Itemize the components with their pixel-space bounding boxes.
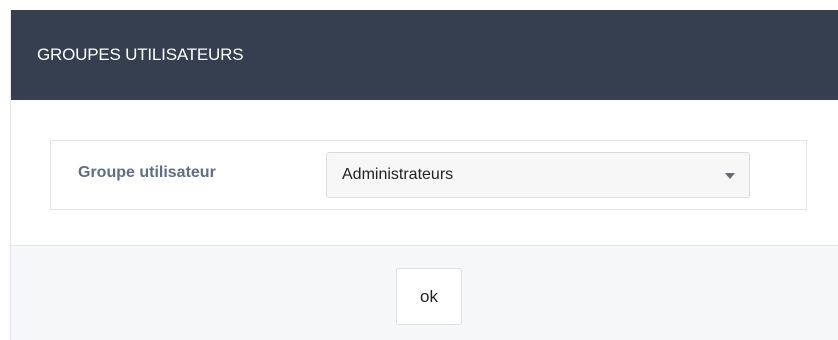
user-groups-dialog: GROUPES UTILISATEURS Groupe utilisateur … xyxy=(10,10,838,340)
dialog-header: GROUPES UTILISATEURS xyxy=(11,10,838,100)
user-group-select[interactable]: Administrateurs xyxy=(326,152,750,198)
group-label: Groupe utilisateur xyxy=(78,164,216,181)
ok-button[interactable]: ok xyxy=(396,268,462,325)
dialog-footer: ok xyxy=(11,245,838,340)
dialog-body: Groupe utilisateur Administrateurs xyxy=(11,100,838,245)
user-group-selected-value: Administrateurs xyxy=(342,166,454,183)
chevron-down-icon xyxy=(725,173,735,179)
dialog-title: GROUPES UTILISATEURS xyxy=(37,45,244,64)
form-panel: Groupe utilisateur Administrateurs xyxy=(50,140,807,210)
